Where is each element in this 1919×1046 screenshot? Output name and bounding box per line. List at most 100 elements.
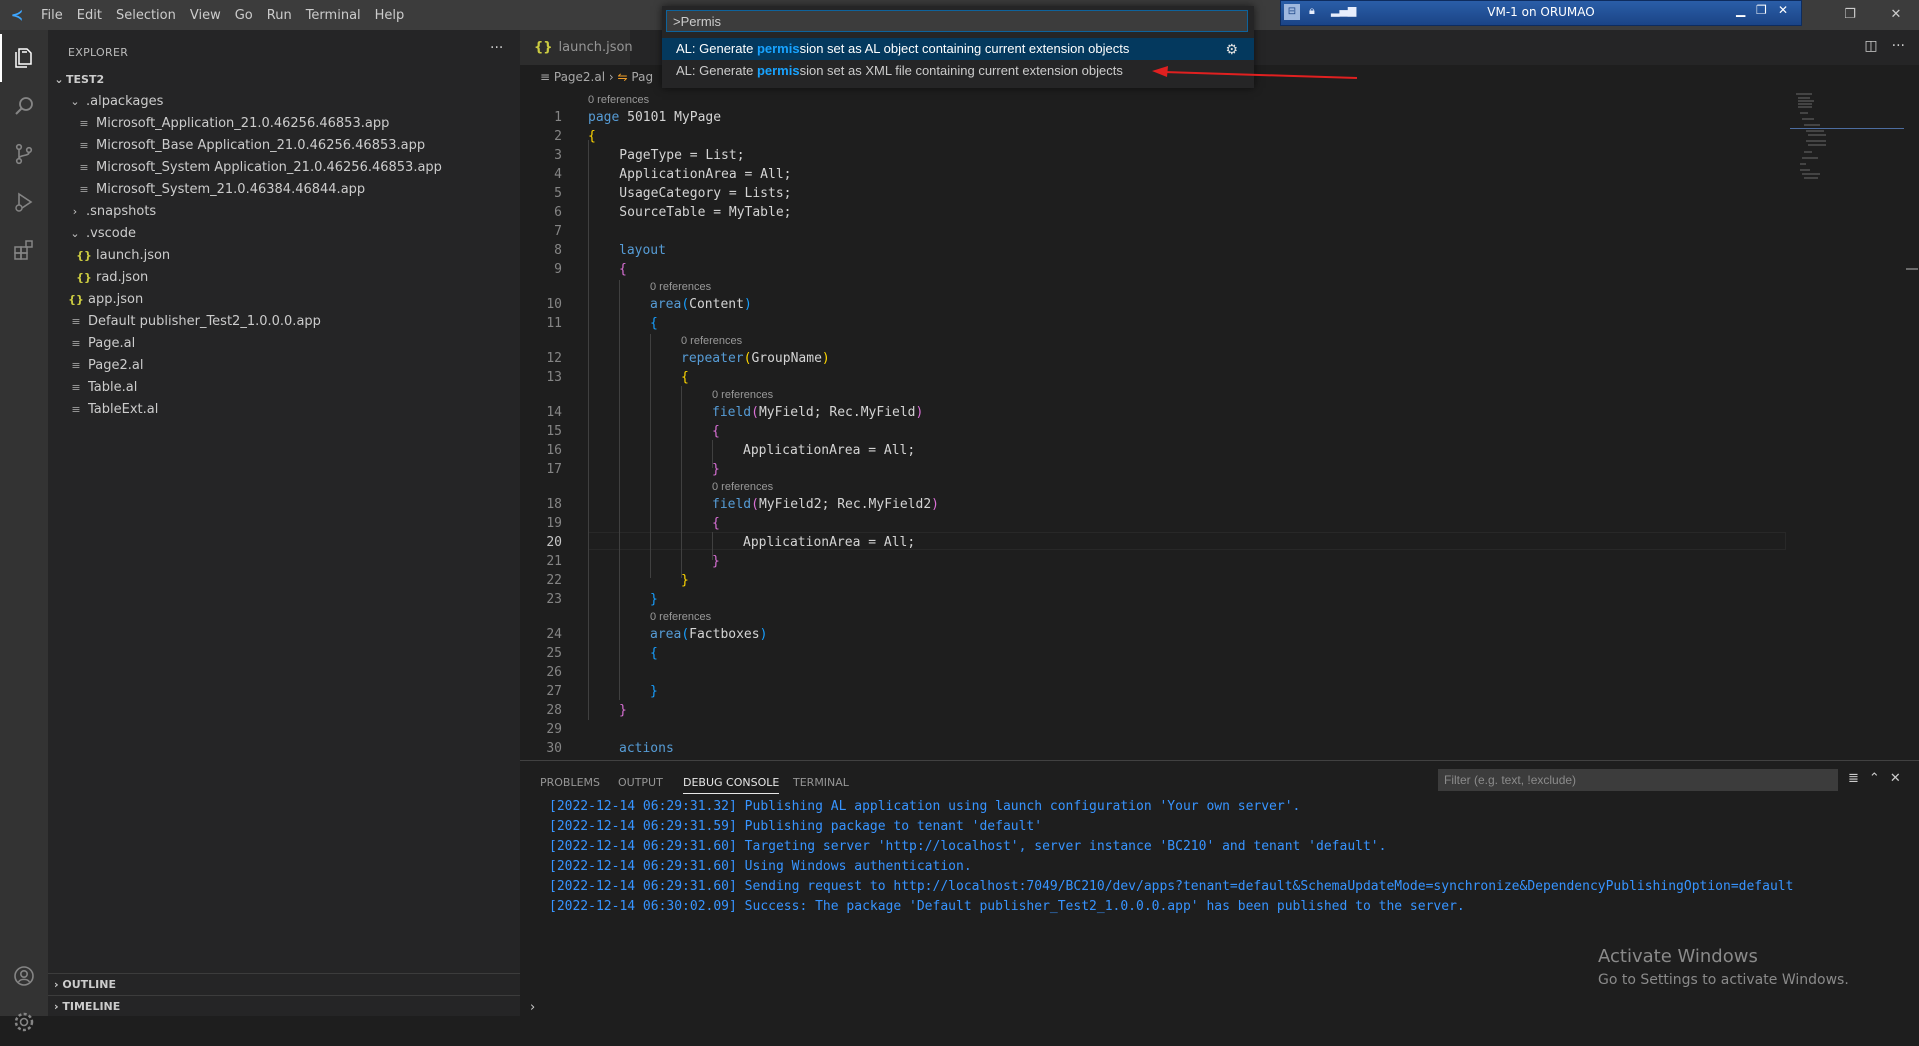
command-palette-input[interactable]: >Permis [666, 10, 1248, 32]
line-number: 5 [554, 186, 562, 201]
explorer-item-label: launch.json [96, 248, 171, 263]
explorer-root[interactable]: ⌄ TEST2 [48, 69, 520, 91]
clear-console-icon[interactable]: ≣ [1848, 771, 1859, 786]
keyword: page [588, 110, 620, 125]
line-number: 30 [546, 741, 562, 756]
explorer-item[interactable]: {} launch.json [48, 245, 520, 267]
log-line: [2022-12-14 06:30:02.09] Success: The pa… [549, 899, 1465, 914]
vm-close-icon[interactable]: ✕ [1778, 3, 1788, 17]
explorer-item-label: app.json [88, 292, 144, 307]
tab-output[interactable]: OUTPUT [618, 776, 663, 789]
vm-title: VM-1 on ORUMAO [1487, 5, 1595, 19]
line-number: 15 [546, 424, 562, 439]
scroll-position-marker [1906, 268, 1918, 270]
repl-input-prompt[interactable]: › [530, 1000, 535, 1015]
tab-launch-json[interactable]: {} launch.json [520, 30, 633, 65]
code-line-21: } [712, 554, 720, 569]
tab-terminal[interactable]: TERMINAL [793, 776, 849, 789]
explorer-item-label: .alpackages [86, 94, 164, 109]
explorer-icon[interactable] [0, 34, 48, 82]
outline-label: OUTLINE [62, 978, 116, 991]
menu-view[interactable]: View [183, 8, 228, 23]
breadcrumb: ≡ Page2.al › ⇋ Pag [540, 70, 653, 84]
menu-terminal[interactable]: Terminal [299, 8, 368, 23]
file-icon: ≡ [79, 139, 89, 152]
root-folder-label: TEST2 [66, 73, 105, 86]
code-text: GroupName [751, 351, 822, 366]
editor-more-icon[interactable]: ··· [1892, 38, 1905, 54]
explorer-item[interactable]: ≡ Microsoft_Application_21.0.46256.46853.… [48, 113, 520, 135]
code-lens[interactable]: 0 references [650, 281, 711, 293]
breadcrumb-file[interactable]: Page2.al [554, 70, 605, 84]
code-lens[interactable]: 0 references [650, 611, 711, 623]
outline-section[interactable]: › OUTLINE [48, 973, 520, 996]
tab-debug-console[interactable]: DEBUG CONSOLE [683, 776, 780, 794]
account-icon[interactable] [0, 952, 48, 1000]
palette-item[interactable]: AL: Generate permission set as AL object… [662, 38, 1254, 60]
explorer-item[interactable]: ≡ Microsoft_System Application_21.0.46256… [48, 157, 520, 179]
bracket: ( [751, 405, 759, 420]
extensions-icon[interactable] [0, 226, 48, 274]
menu-run[interactable]: Run [260, 8, 299, 23]
bracket: ) [821, 351, 830, 366]
menu-selection[interactable]: Selection [109, 8, 183, 23]
code-lens[interactable]: 0 references [712, 389, 773, 401]
run-debug-icon[interactable] [0, 178, 48, 226]
minimap[interactable] [1790, 88, 1904, 760]
source-control-icon[interactable] [0, 130, 48, 178]
breadcrumb-symbol[interactable]: Pag [631, 70, 653, 84]
code-lens[interactable]: 0 references [681, 335, 742, 347]
timeline-label: TIMELINE [62, 1000, 121, 1013]
line-number: 17 [546, 462, 562, 477]
tab-problems[interactable]: PROBLEMS [540, 776, 600, 789]
explorer-item[interactable]: {} app.json [48, 289, 520, 311]
more-actions-icon[interactable]: ··· [490, 40, 503, 56]
code-line-19: { [712, 516, 720, 531]
menu-file[interactable]: File [34, 8, 70, 23]
explorer-item[interactable]: ≡ TableExt.al [48, 399, 520, 421]
manage-gear-icon[interactable] [0, 998, 48, 1046]
bracket: ) [915, 405, 924, 420]
timeline-section[interactable]: › TIMELINE [48, 995, 520, 1018]
gear-icon[interactable]: ⚙ [1225, 38, 1238, 60]
menu-go[interactable]: Go [228, 8, 260, 23]
debug-console-filter-input[interactable]: Filter (e.g. text, !exclude) [1438, 769, 1838, 791]
code-lens[interactable]: 0 references [588, 94, 649, 106]
code-line-3: PageType = List; [588, 148, 745, 163]
menu-help[interactable]: Help [368, 8, 412, 23]
vm-restore-icon[interactable]: ❐ [1756, 3, 1767, 17]
explorer-item[interactable]: ⌄ .alpackages [48, 91, 520, 113]
restore-window-icon[interactable]: ❐ [1827, 0, 1873, 30]
vm-minimize-icon[interactable]: ▁ [1736, 3, 1745, 17]
search-icon[interactable] [0, 82, 48, 130]
indent-guide [588, 140, 589, 720]
split-editor-icon[interactable]: ◫ [1864, 38, 1877, 54]
explorer-item[interactable]: ≡ Page.al [48, 333, 520, 355]
bracket: ) [759, 627, 768, 642]
vertical-scrollbar[interactable] [1904, 88, 1919, 760]
explorer-item[interactable]: ⌄ .vscode [48, 223, 520, 245]
explorer-item-label: Microsoft_System Application_21.0.46256.… [96, 160, 442, 175]
maximize-panel-icon[interactable]: ⌃ [1869, 771, 1880, 786]
chevron-down-icon: ⌄ [70, 95, 80, 108]
code-line-17: } [712, 462, 720, 477]
chevron-right-icon: › [72, 205, 78, 218]
explorer-item[interactable]: › .snapshots [48, 201, 520, 223]
explorer-item[interactable]: ≡ Microsoft_Base Application_21.0.46256.4… [48, 135, 520, 157]
close-panel-icon[interactable]: ✕ [1890, 771, 1901, 786]
code-line-2: { [588, 129, 596, 144]
explorer-item[interactable]: ≡ Page2.al [48, 355, 520, 377]
code-line-4: ApplicationArea = All; [588, 167, 792, 182]
file-icon: ≡ [540, 70, 554, 84]
line-number: 11 [546, 316, 562, 331]
menu-edit[interactable]: Edit [70, 8, 109, 23]
code-lens[interactable]: 0 references [712, 481, 773, 493]
close-window-icon[interactable]: ✕ [1873, 0, 1919, 30]
explorer-item[interactable]: ≡ Table.al [48, 377, 520, 399]
file-icon: ≡ [71, 337, 81, 350]
explorer-item[interactable]: ≡ Default publisher_Test2_1.0.0.0.app [48, 311, 520, 333]
remote-connection-bar: ⊟ 🔒︎ ▂▄▆ VM-1 on ORUMAO ▁ ❐ ✕ [1280, 0, 1802, 26]
code-line-28: } [619, 703, 627, 718]
explorer-item[interactable]: ≡ Microsoft_System_21.0.46384.46844.app [48, 179, 520, 201]
explorer-item[interactable]: {} rad.json [48, 267, 520, 289]
